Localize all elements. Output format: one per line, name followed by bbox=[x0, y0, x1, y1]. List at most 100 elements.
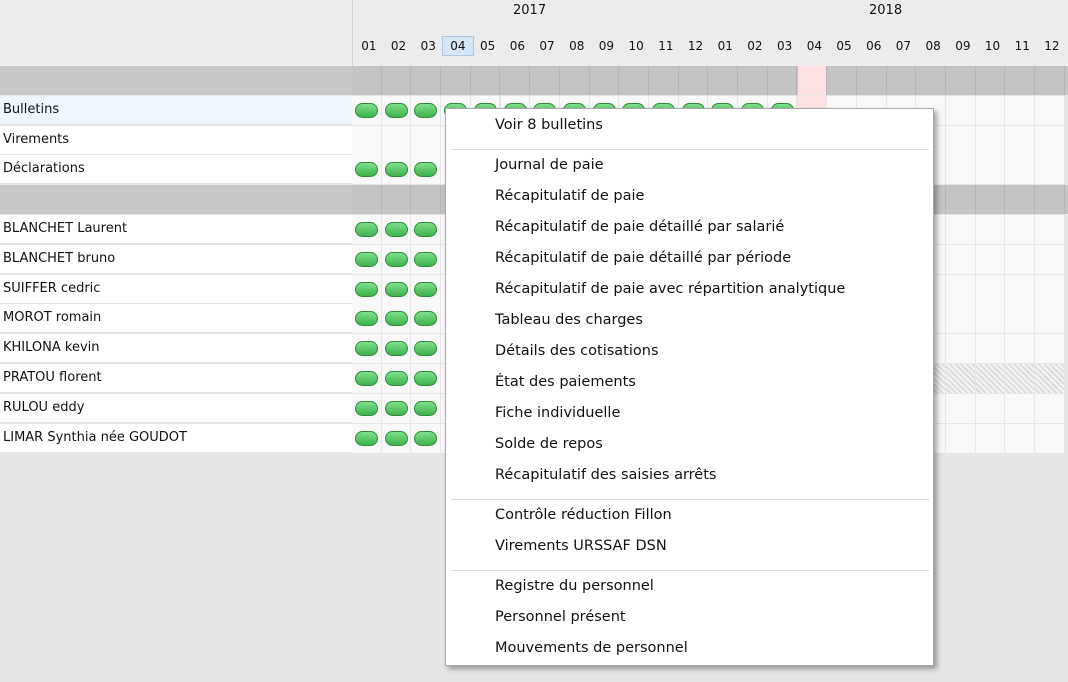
month-header[interactable]: 10 bbox=[978, 37, 1008, 55]
month-header[interactable]: 06 bbox=[503, 37, 533, 55]
grid-cell[interactable] bbox=[589, 66, 620, 95]
grid-cell[interactable] bbox=[1005, 274, 1036, 304]
grid-cell[interactable] bbox=[946, 423, 976, 453]
grid-cell[interactable] bbox=[797, 66, 828, 95]
grid-cell[interactable] bbox=[649, 66, 679, 95]
grid-cell[interactable] bbox=[946, 244, 976, 274]
grid-cell[interactable] bbox=[1005, 125, 1036, 155]
month-header[interactable]: 07 bbox=[532, 37, 562, 55]
grid-cell[interactable] bbox=[1035, 155, 1065, 185]
month-header[interactable]: 12 bbox=[681, 37, 711, 55]
grid-cell[interactable] bbox=[1005, 393, 1036, 423]
status-pill[interactable] bbox=[414, 222, 438, 237]
grid-cell[interactable] bbox=[1035, 364, 1065, 393]
grid-cell[interactable] bbox=[946, 155, 976, 185]
grid-cell[interactable] bbox=[827, 66, 857, 95]
grid-cell[interactable] bbox=[411, 215, 442, 244]
grid-cell[interactable] bbox=[411, 393, 442, 423]
menu-item[interactable]: Contrôle réduction Fillon bbox=[495, 505, 672, 525]
grid-cell[interactable] bbox=[1035, 125, 1065, 155]
status-pill[interactable] bbox=[355, 102, 378, 118]
menu-item[interactable]: Voir 8 bulletins bbox=[495, 115, 603, 135]
status-pill[interactable] bbox=[355, 251, 378, 267]
grid-cell[interactable] bbox=[381, 185, 412, 215]
grid-cell[interactable] bbox=[975, 364, 1006, 393]
status-pill[interactable] bbox=[355, 311, 378, 327]
grid-cell[interactable] bbox=[1035, 304, 1065, 334]
grid-cell[interactable] bbox=[1035, 95, 1065, 125]
status-pill[interactable] bbox=[355, 430, 378, 446]
month-header[interactable]: 09 bbox=[948, 37, 978, 55]
grid-cell[interactable] bbox=[559, 66, 590, 95]
grid-cell[interactable] bbox=[1005, 185, 1036, 215]
grid-cell[interactable] bbox=[975, 244, 1006, 274]
grid-cell[interactable] bbox=[441, 66, 471, 95]
grid-cell[interactable] bbox=[381, 364, 412, 393]
status-pill[interactable] bbox=[384, 162, 408, 178]
grid-cell[interactable] bbox=[352, 244, 382, 274]
row-label[interactable]: BLANCHET bruno bbox=[0, 244, 352, 274]
grid-cell[interactable] bbox=[1005, 334, 1036, 364]
row-label[interactable]: MOROT romain bbox=[0, 304, 352, 334]
status-pill[interactable] bbox=[355, 281, 378, 297]
grid-cell[interactable] bbox=[352, 66, 382, 95]
status-pill[interactable] bbox=[414, 162, 438, 178]
grid-cell[interactable] bbox=[975, 215, 1006, 244]
grid-cell[interactable] bbox=[619, 66, 649, 95]
row-label[interactable]: Déclarations bbox=[0, 155, 352, 185]
grid-cell[interactable] bbox=[738, 66, 768, 95]
grid-cell[interactable] bbox=[1005, 364, 1036, 393]
grid-cell[interactable] bbox=[1005, 215, 1036, 244]
status-pill[interactable] bbox=[414, 311, 438, 327]
grid-cell[interactable] bbox=[1035, 66, 1065, 95]
menu-item[interactable]: Mouvements de personnel bbox=[495, 638, 688, 658]
grid-cell[interactable] bbox=[381, 95, 412, 125]
grid-cell[interactable] bbox=[708, 66, 739, 95]
grid-cell[interactable] bbox=[381, 334, 412, 364]
month-header[interactable]: 04 bbox=[442, 36, 474, 56]
grid-cell[interactable] bbox=[411, 155, 442, 185]
grid-cell[interactable] bbox=[856, 66, 887, 95]
grid-cell[interactable] bbox=[975, 155, 1006, 185]
grid-cell[interactable] bbox=[1005, 244, 1036, 274]
menu-item[interactable]: Récapitulatif de paie avec répartition a… bbox=[495, 279, 845, 299]
grid-cell[interactable] bbox=[352, 423, 382, 453]
month-header[interactable]: 05 bbox=[473, 37, 503, 55]
grid-cell[interactable] bbox=[975, 95, 1006, 125]
month-header[interactable]: 01 bbox=[710, 37, 740, 55]
row-label[interactable]: SUIFFER cedric bbox=[0, 274, 352, 304]
month-header[interactable]: 02 bbox=[384, 37, 414, 55]
month-header[interactable]: 07 bbox=[889, 37, 919, 55]
row-label[interactable]: Bulletins bbox=[0, 95, 352, 125]
row-label[interactable]: PRATOU florent bbox=[0, 364, 352, 393]
grid-cell[interactable] bbox=[946, 393, 976, 423]
menu-item[interactable]: Récapitulatif de paie bbox=[495, 186, 644, 206]
row-label[interactable]: LIMAR Synthia née GOUDOT bbox=[0, 423, 352, 453]
grid-cell[interactable] bbox=[975, 334, 1006, 364]
grid-cell[interactable] bbox=[946, 274, 976, 304]
status-pill[interactable] bbox=[414, 102, 438, 118]
menu-item[interactable]: Fiche individuelle bbox=[495, 403, 620, 423]
grid-cell[interactable] bbox=[381, 423, 412, 453]
month-header[interactable]: 09 bbox=[592, 37, 622, 55]
grid-cell[interactable] bbox=[1005, 155, 1036, 185]
grid-cell[interactable] bbox=[352, 95, 382, 125]
grid-cell[interactable] bbox=[381, 215, 412, 244]
grid-cell[interactable] bbox=[946, 334, 976, 364]
row-label[interactable]: BLANCHET Laurent bbox=[0, 215, 352, 244]
status-pill[interactable] bbox=[414, 281, 438, 297]
grid-cell[interactable] bbox=[500, 66, 531, 95]
menu-item[interactable]: Solde de repos bbox=[495, 434, 603, 454]
month-header[interactable]: 04 bbox=[800, 37, 830, 55]
menu-item[interactable]: Personnel présent bbox=[495, 607, 626, 627]
month-header[interactable]: 10 bbox=[621, 37, 651, 55]
status-pill[interactable] bbox=[384, 281, 408, 297]
month-header[interactable]: 08 bbox=[562, 37, 592, 55]
month-header[interactable]: 03 bbox=[413, 37, 443, 55]
grid-cell[interactable] bbox=[946, 125, 976, 155]
menu-item[interactable]: Récapitulatif de paie détaillé par salar… bbox=[495, 217, 784, 237]
grid-cell[interactable] bbox=[946, 215, 976, 244]
menu-item[interactable]: Récapitulatif des saisies arrêts bbox=[495, 465, 716, 485]
status-pill[interactable] bbox=[355, 400, 378, 416]
grid-cell[interactable] bbox=[1035, 215, 1065, 244]
